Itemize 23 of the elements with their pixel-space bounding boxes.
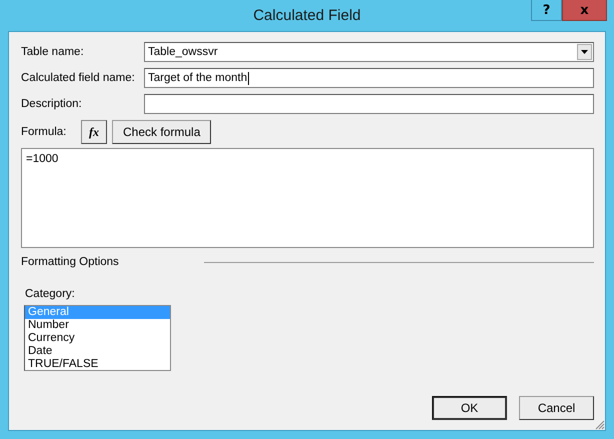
input-field[interactable]: [144, 94, 594, 114]
check-formula-button[interactable]: Check formula: [112, 120, 212, 144]
list-item[interactable]: TRUE/FALSE: [25, 358, 170, 371]
table-name-dropdown[interactable]: Table_owssvr: [144, 42, 594, 62]
list-item[interactable]: Date: [25, 345, 170, 358]
list-item[interactable]: Currency: [25, 332, 170, 345]
resize-grip-icon[interactable]: [595, 420, 605, 430]
function-button[interactable]: fx: [81, 120, 107, 144]
field-label: Description:: [21, 98, 83, 110]
input-field[interactable]: Target of the month: [144, 68, 594, 88]
dialog-button[interactable]: Cancel: [519, 396, 594, 420]
field-label: Table name:: [21, 46, 85, 58]
window-title: Calculated Field: [253, 7, 361, 24]
help-button[interactable]: ?: [531, 0, 562, 21]
category-list[interactable]: General Number Currency Date TRUE/FALSE: [24, 305, 171, 371]
category-label: Category:: [25, 288, 76, 300]
formula-field[interactable]: =1000: [21, 148, 594, 248]
formula-label: Formula:: [21, 126, 68, 138]
list-item[interactable]: Number: [25, 319, 170, 332]
group-title: Formatting Options: [21, 256, 120, 268]
field-label: Calculated field name:: [21, 72, 136, 84]
dialog-button[interactable]: OK: [432, 396, 507, 420]
close-button[interactable]: x: [562, 0, 607, 21]
